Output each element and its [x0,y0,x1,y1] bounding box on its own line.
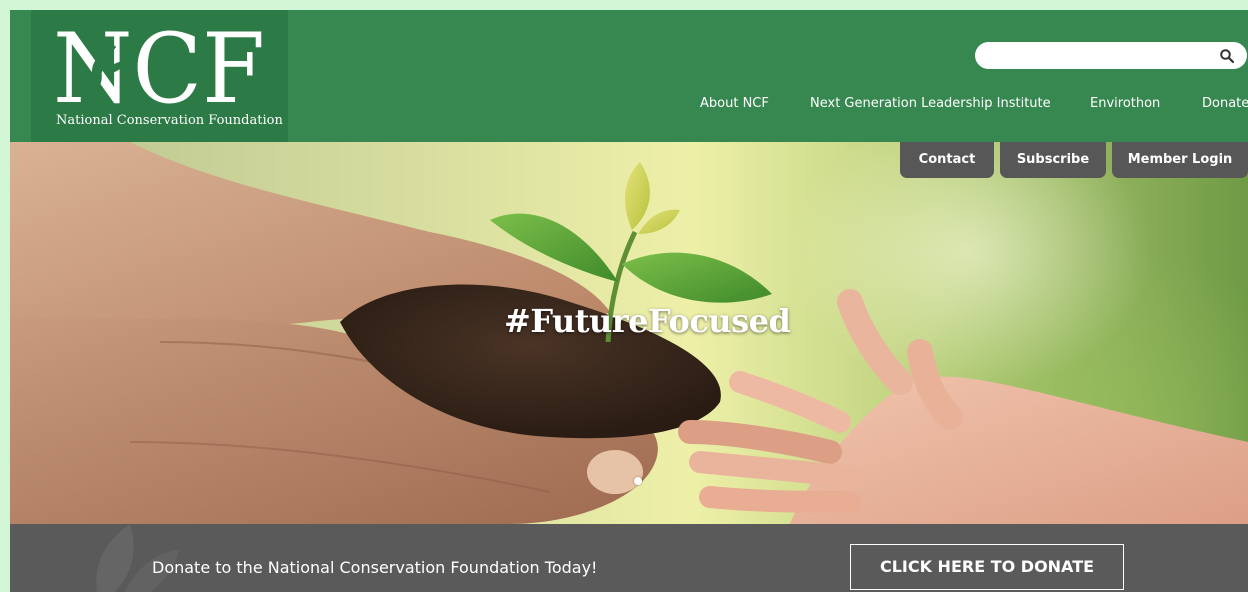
nav-item-donate[interactable]: Donate [1202,96,1248,111]
member-login-tab[interactable]: Member Login [1112,142,1248,178]
nav-item-ngli[interactable]: Next Generation Leadership Institute [810,96,1051,111]
search-box [975,42,1247,69]
donate-banner: Donate to the National Conservation Foun… [10,524,1248,592]
nav-item-envirothon[interactable]: Envirothon [1090,96,1160,111]
hero-banner: #FutureFocused [10,142,1248,524]
hero-tagline: #FutureFocused [504,302,791,340]
subscribe-tab[interactable]: Subscribe [1000,142,1106,178]
contact-tab[interactable]: Contact [900,142,994,178]
logo-letters: NCF [53,18,265,108]
search-icon[interactable] [1219,48,1235,64]
site-header: NCF National Conservation Foundation Abo… [10,10,1248,142]
nav-item-about[interactable]: About NCF [700,96,769,111]
page: NCF National Conservation Foundation Abo… [10,10,1248,592]
carousel-dot[interactable] [634,477,642,485]
main-nav: About NCF Next Generation Leadership Ins… [10,96,1248,116]
site-logo[interactable]: NCF National Conservation Foundation [31,10,288,142]
ncf-logo-mark: NCF [53,18,265,108]
donate-button[interactable]: CLICK HERE TO DONATE [850,544,1124,590]
donate-message: Donate to the National Conservation Foun… [152,558,598,577]
search-input[interactable] [989,46,1213,67]
